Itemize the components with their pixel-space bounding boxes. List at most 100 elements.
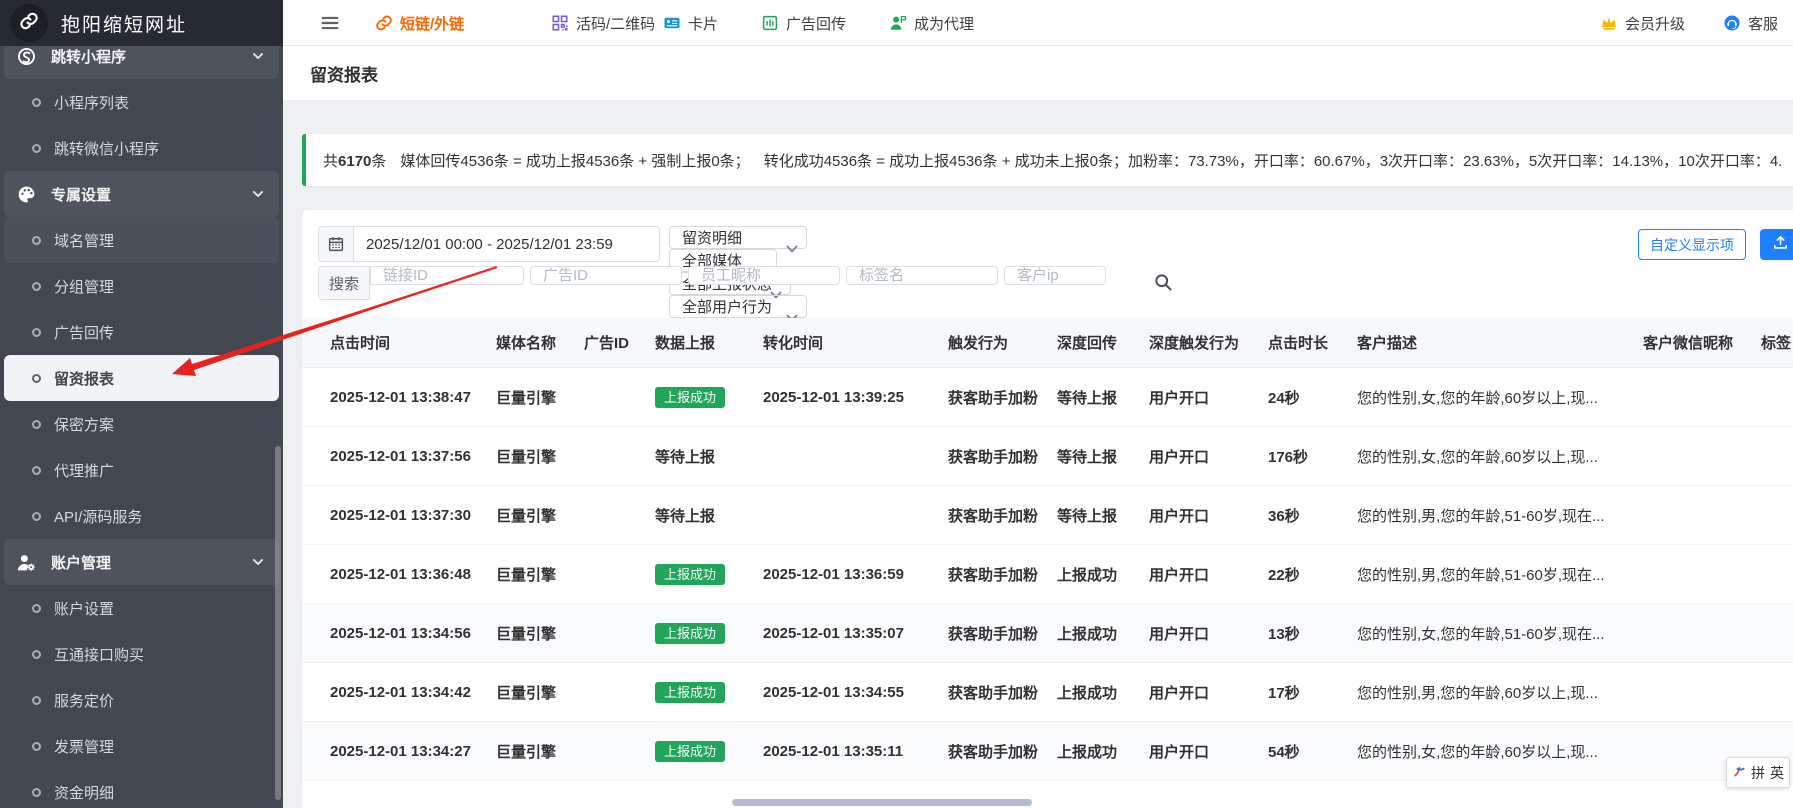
sidebar-item-9[interactable]: 代理推广: [4, 447, 279, 493]
search-input-0[interactable]: [370, 266, 524, 285]
account-gear-icon: [16, 552, 37, 573]
cell-desc: 您的性别,女,您的年龄,60岁以上,现...: [1357, 387, 1643, 408]
cell-deep_report: 等待上报: [1057, 505, 1149, 526]
filter-select-0[interactable]: 留资明细: [669, 226, 807, 249]
sidebar-item-3[interactable]: 专属设置: [4, 171, 279, 217]
chevron-down-icon: [786, 309, 798, 317]
cell-duration: 22秒: [1268, 564, 1357, 585]
report-success-badge: 上报成功: [655, 682, 725, 703]
search-row: 搜索: [318, 266, 1180, 300]
sidebar-item-13[interactable]: 互通接口购买: [4, 631, 279, 677]
cell-deep_trigger: 用户开口: [1149, 741, 1268, 762]
customize-columns-button[interactable]: 自定义显示项: [1638, 229, 1746, 260]
bullet-circle-icon: [32, 604, 41, 613]
search-button[interactable]: [1146, 266, 1180, 300]
sidebar-item-10[interactable]: API/源码服务: [4, 493, 279, 539]
cell-media: 巨量引擎: [496, 623, 584, 644]
nav-item-1[interactable]: 活码/二维码: [551, 0, 655, 46]
search-input-1[interactable]: [530, 266, 682, 285]
cell-report: 上报成功: [655, 623, 763, 644]
ad-callback-icon: [761, 14, 779, 32]
report-success-badge: 上报成功: [655, 564, 725, 585]
sidebar-item-label: 跳转小程序: [51, 46, 126, 67]
export-button[interactable]: [1760, 229, 1793, 260]
titlebar: 留资报表: [283, 46, 1793, 100]
cell-trigger: 获客助手加粉: [948, 682, 1057, 703]
bullet-circle-icon: [32, 98, 41, 107]
cell-deep_report: 上报成功: [1057, 741, 1149, 762]
bullet-circle-icon: [32, 650, 41, 659]
sidebar-item-14[interactable]: 服务定价: [4, 677, 279, 723]
select-value: 留资明细: [682, 227, 742, 248]
sidebar-scrollbar[interactable]: [275, 446, 281, 800]
table-row[interactable]: 2025-12-01 13:37:56巨量引擎等待上报获客助手加粉等待上报用户开…: [302, 427, 1793, 486]
sidebar-item-12[interactable]: 账户设置: [4, 585, 279, 631]
brand-title: 抱阳缩短网址: [61, 10, 187, 37]
sidebar-item-label: 代理推广: [54, 460, 114, 481]
sidebar-item-2[interactable]: 跳转微信小程序: [4, 125, 279, 171]
cell-duration: 176秒: [1268, 446, 1357, 467]
cell-deep_trigger: 用户开口: [1149, 623, 1268, 644]
calendar-icon[interactable]: [318, 226, 354, 262]
support-icon: [1723, 14, 1741, 32]
nav-right-item-0[interactable]: 会员升级: [1600, 0, 1685, 46]
search-input-3[interactable]: [846, 266, 998, 285]
menu-toggle-icon[interactable]: [319, 12, 341, 34]
table-row[interactable]: 2025-12-01 13:38:47巨量引擎上报成功2025-12-01 13…: [302, 368, 1793, 427]
cell-trigger: 获客助手加粉: [948, 741, 1057, 762]
nav-item-4[interactable]: 成为代理: [889, 0, 974, 46]
chevron-down-icon: [251, 187, 265, 201]
table-row[interactable]: 2025-12-01 13:36:48巨量引擎上报成功2025-12-01 13…: [302, 545, 1793, 604]
search-input-4[interactable]: [1004, 266, 1106, 285]
sidebar: 跳转小程序小程序列表跳转微信小程序专属设置域名管理分组管理广告回传留资报表保密方…: [0, 46, 283, 808]
sidebar-item-11[interactable]: 账户管理: [4, 539, 279, 585]
nav-item-2[interactable]: 卡片: [663, 0, 718, 46]
nav-right-item-1[interactable]: 客服: [1723, 0, 1778, 46]
sidebar-item-label: 专属设置: [51, 184, 111, 205]
ime-icon: [1732, 764, 1746, 781]
sidebar-item-0[interactable]: 跳转小程序: [4, 46, 279, 79]
sidebar-item-label: 留资报表: [54, 368, 114, 389]
cell-media: 巨量引擎: [496, 682, 584, 703]
cell-click_time: 2025-12-01 13:38:47: [330, 389, 496, 406]
sidebar-item-6[interactable]: 广告回传: [4, 309, 279, 355]
stats-text: 共6170条媒体回传4536条 = 成功上报4536条 + 强制上报0条；转化成…: [323, 150, 1782, 171]
cell-deep_trigger: 用户开口: [1149, 505, 1268, 526]
ime-status-badge[interactable]: 拼 英: [1726, 757, 1790, 788]
cell-media: 巨量引擎: [496, 387, 584, 408]
sidebar-item-16[interactable]: 资金明细: [4, 769, 279, 808]
cell-media: 巨量引擎: [496, 446, 584, 467]
sidebar-item-5[interactable]: 分组管理: [4, 263, 279, 309]
cell-convert_time: 2025-12-01 13:35:11: [763, 743, 948, 760]
bullet-circle-icon: [32, 696, 41, 705]
cell-desc: 您的性别,女,您的年龄,60岁以上,现...: [1357, 446, 1643, 467]
table-row[interactable]: 2025-12-01 13:34:27巨量引擎上报成功2025-12-01 13…: [302, 722, 1793, 781]
table-row[interactable]: 2025-12-01 13:37:30巨量引擎等待上报获客助手加粉等待上报用户开…: [302, 486, 1793, 545]
horizontal-scrollbar-thumb[interactable]: [732, 799, 1032, 806]
date-range-input[interactable]: [354, 226, 660, 262]
cell-report: 等待上报: [655, 446, 763, 467]
search-input-2[interactable]: [688, 266, 840, 285]
column-header: 点击时长: [1268, 332, 1357, 353]
cell-deep_report: 上报成功: [1057, 623, 1149, 644]
bullet-circle-icon: [32, 420, 41, 429]
nav-item-3[interactable]: 广告回传: [761, 0, 846, 46]
cell-report: 上报成功: [655, 387, 763, 408]
sidebar-item-4[interactable]: 域名管理: [4, 217, 279, 263]
table-row[interactable]: 2025-12-01 13:34:56巨量引擎上报成功2025-12-01 13…: [302, 604, 1793, 663]
sidebar-item-7[interactable]: 留资报表: [4, 355, 279, 401]
sidebar-item-15[interactable]: 发票管理: [4, 723, 279, 769]
report-success-badge: 上报成功: [655, 387, 725, 408]
cell-report: 上报成功: [655, 682, 763, 703]
cell-trigger: 获客助手加粉: [948, 505, 1057, 526]
cell-deep_report: 上报成功: [1057, 564, 1149, 585]
cell-duration: 13秒: [1268, 623, 1357, 644]
upload-icon: [1772, 234, 1789, 256]
sidebar-item-label: 互通接口购买: [54, 644, 144, 665]
cell-report: 上报成功: [655, 741, 763, 762]
sidebar-item-8[interactable]: 保密方案: [4, 401, 279, 447]
cell-desc: 您的性别,男,您的年龄,60岁以上,现...: [1357, 682, 1643, 703]
table-row[interactable]: 2025-12-01 13:34:42巨量引擎上报成功2025-12-01 13…: [302, 663, 1793, 722]
nav-item-0[interactable]: 短链/外链: [375, 0, 464, 46]
sidebar-item-1[interactable]: 小程序列表: [4, 79, 279, 125]
